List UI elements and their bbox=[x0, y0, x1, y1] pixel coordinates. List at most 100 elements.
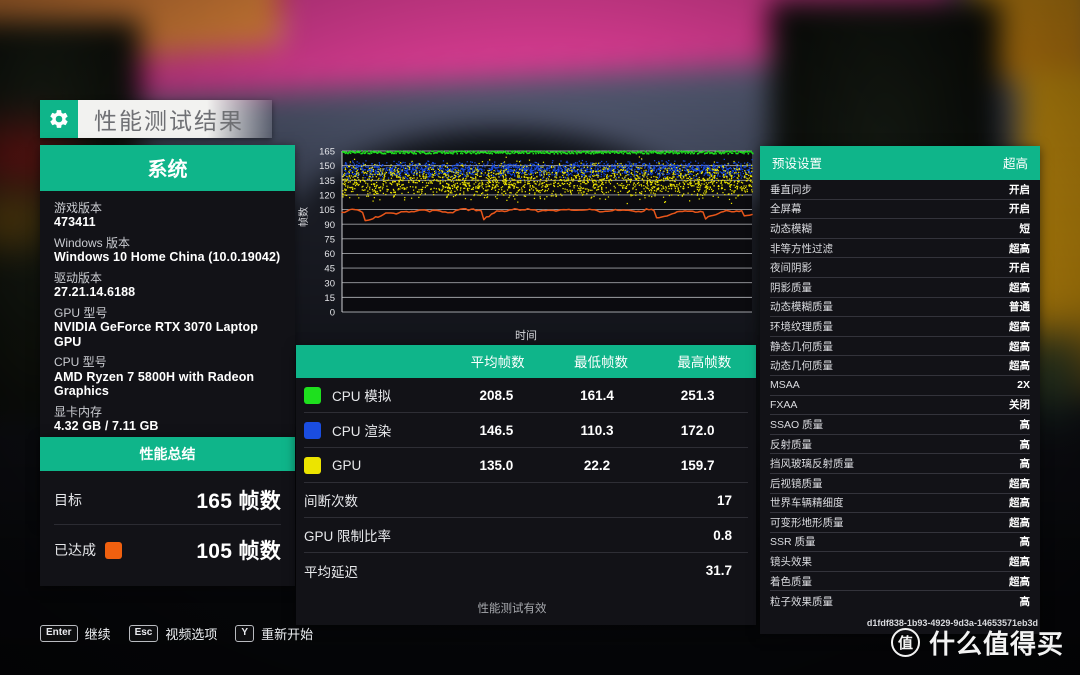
setting-row: 反射质量 高 bbox=[770, 435, 1030, 455]
system-info-label: GPU 型号 bbox=[54, 305, 108, 320]
table-row: 间断次数 17 bbox=[304, 483, 748, 518]
system-info-label: 显卡内存 bbox=[54, 405, 103, 420]
setting-key: 静态几何质量 bbox=[770, 340, 833, 353]
system-info-value: 27.21.14.6188 bbox=[54, 284, 136, 299]
watermark: 值 什么值得买 bbox=[890, 624, 1064, 661]
metric-min-cell: 22.2 bbox=[583, 457, 611, 473]
svg-text:75: 75 bbox=[324, 234, 335, 245]
gear-icon bbox=[40, 100, 78, 138]
achieved-status-indicator bbox=[105, 541, 122, 559]
setting-key: 挡风玻璃反射质量 bbox=[770, 458, 854, 471]
setting-value: 关闭 bbox=[1009, 399, 1030, 412]
chart-x-axis-label: 时间 bbox=[515, 330, 537, 342]
svg-text:60: 60 bbox=[324, 249, 335, 260]
setting-row: MSAA 2X bbox=[770, 376, 1030, 396]
metric-name-cell: GPU bbox=[304, 456, 446, 474]
setting-value: 超高 bbox=[1009, 242, 1030, 255]
setting-row: 静态几何质量 超高 bbox=[770, 337, 1030, 357]
setting-row: 后视镜质量 超高 bbox=[770, 474, 1030, 494]
metric-max-cell: 159.7 bbox=[680, 457, 715, 473]
summary-target-value: 165 帧数 bbox=[196, 490, 281, 513]
metric-min-cell: 110.3 bbox=[580, 422, 614, 438]
system-info-value: NVIDIA GeForce RTX 3070 Laptop GPU bbox=[54, 319, 258, 349]
metric-max-cell: 172.0 bbox=[680, 422, 715, 438]
setting-key: 非等方性过滤 bbox=[770, 242, 833, 255]
metric-min-cell: 161.4 bbox=[580, 387, 614, 403]
setting-row: 非等方性过滤 超高 bbox=[770, 239, 1030, 259]
setting-key: 着色质量 bbox=[770, 575, 812, 588]
svg-text:15: 15 bbox=[324, 293, 335, 304]
setting-key: SSAO 质量 bbox=[770, 418, 824, 431]
setting-value: 超高 bbox=[1009, 340, 1030, 353]
series-color-swatch bbox=[304, 456, 321, 474]
setting-value: 超高 bbox=[1009, 320, 1030, 333]
table-row: CPU 模拟 208.5 161.4 251.3 bbox=[304, 378, 748, 413]
system-info-row: 显卡内存 4.32 GB / 7.11 GB bbox=[54, 405, 281, 434]
key-hint[interactable]: Esc 视频选项 bbox=[128, 624, 218, 643]
key-hint[interactable]: Y 重新开始 bbox=[235, 624, 313, 643]
system-info-value: 4.32 GB / 7.11 GB bbox=[54, 419, 159, 434]
system-info-row: CPU 型号 AMD Ryzen 7 5800H with Radeon Grap… bbox=[54, 355, 281, 399]
results-table-body: CPU 模拟 208.5 161.4 251.3 CPU 渲染 146.5 110.3 172… bbox=[296, 378, 756, 588]
setting-key: 全屏幕 bbox=[770, 203, 802, 216]
setting-value: 超高 bbox=[1009, 360, 1030, 373]
results-column-header: 最高帧数 bbox=[677, 355, 732, 370]
system-info-value: 473411 bbox=[54, 215, 96, 230]
metric-label: CPU 模拟 bbox=[332, 389, 392, 404]
setting-value: 短 bbox=[1019, 222, 1031, 235]
key-cap: Y bbox=[235, 625, 255, 642]
svg-text:90: 90 bbox=[324, 220, 335, 231]
system-panel-header: 系统 bbox=[40, 145, 295, 191]
summary-achieved-label: 已达成 bbox=[54, 542, 96, 558]
metric-value: 17 bbox=[716, 492, 732, 508]
summary-target-row: 目标 165 帧数 bbox=[54, 475, 281, 524]
key-action-label: 视频选项 bbox=[165, 627, 218, 642]
setting-row: 动态模糊质量 普通 bbox=[770, 298, 1030, 318]
setting-value: 超高 bbox=[1009, 477, 1030, 490]
metric-avg-cell: 146.5 bbox=[479, 422, 514, 438]
benchmark-validity-note: 性能测试有效 bbox=[477, 603, 547, 615]
setting-key: SSR 质量 bbox=[770, 536, 816, 549]
preset-label: 预设设置 bbox=[772, 157, 823, 171]
setting-key: 世界车辆精细度 bbox=[770, 497, 844, 510]
system-info-row: 驱动版本 27.21.14.6188 bbox=[54, 271, 281, 300]
setting-value: 高 bbox=[1019, 438, 1031, 451]
key-action-label: 继续 bbox=[84, 627, 111, 642]
system-info-row: 游戏版本 473411 bbox=[54, 201, 281, 230]
svg-text:120: 120 bbox=[319, 191, 335, 202]
system-info-label: 游戏版本 bbox=[54, 201, 103, 215]
page-title-text: 性能测试结果 bbox=[94, 108, 244, 134]
preset-value: 超高 bbox=[1002, 157, 1028, 171]
svg-text:30: 30 bbox=[324, 278, 335, 289]
setting-row: 可变形地形质量 超高 bbox=[770, 513, 1030, 533]
fps-chart-plot: 0 15 30 45 60 75 90 105 120 135 150 165 bbox=[319, 147, 754, 319]
system-info-value: AMD Ryzen 7 5800H with Radeon Graphics bbox=[54, 369, 255, 399]
series-color-swatch bbox=[304, 421, 321, 439]
setting-row: SSAO 质量 高 bbox=[770, 415, 1030, 435]
svg-text:135: 135 bbox=[319, 176, 335, 187]
summary-rows: 目标 165 帧数 已达成 105 帧数 bbox=[40, 471, 295, 586]
settings-list: 垂直同步 开启 全屏幕 开启 动态模糊短非等方性过滤 超高 夜间阴影 开启 阴影质量 超高 动态模糊… bbox=[760, 180, 1040, 611]
results-table-header: 平均帧数 最低帧数 最高帧数 bbox=[296, 345, 756, 378]
setting-value: 高 bbox=[1019, 536, 1031, 549]
results-table-panel: 平均帧数 最低帧数 最高帧数 CPU 模拟 208.5 161.4 251.3 CPU 渲染… bbox=[296, 345, 756, 625]
setting-value: 开启 bbox=[1009, 203, 1030, 216]
setting-value: 普通 bbox=[1009, 301, 1030, 314]
summary-achieved-value: 105 帧数 bbox=[196, 540, 281, 563]
key-hint[interactable]: Enter 继续 bbox=[40, 624, 111, 643]
chart-y-axis-label: 帧数 bbox=[299, 207, 310, 227]
system-info-row: GPU 型号 NVIDIA GeForce RTX 3070 Laptop GPU bbox=[54, 306, 281, 350]
setting-row: 动态模糊 短 bbox=[770, 219, 1030, 239]
svg-text:45: 45 bbox=[324, 264, 335, 275]
results-column-header: 最低帧数 bbox=[573, 355, 628, 370]
metric-label: 平均延迟 bbox=[304, 564, 358, 580]
setting-row: 夜间阴影 开启 bbox=[770, 258, 1030, 278]
setting-value: 超高 bbox=[1009, 575, 1030, 588]
setting-key: 动态模糊质量 bbox=[770, 301, 833, 314]
setting-row: 全屏幕 开启 bbox=[770, 200, 1030, 220]
fps-chart: 0 15 30 45 60 75 90 105 120 135 150 165 帧数 时间 bbox=[296, 145, 756, 342]
summary-panel-header: 性能总结 bbox=[40, 437, 295, 471]
series-color-swatch bbox=[304, 386, 321, 404]
setting-key: 镜头效果 bbox=[770, 556, 812, 569]
setting-value: 开启 bbox=[1009, 262, 1030, 275]
